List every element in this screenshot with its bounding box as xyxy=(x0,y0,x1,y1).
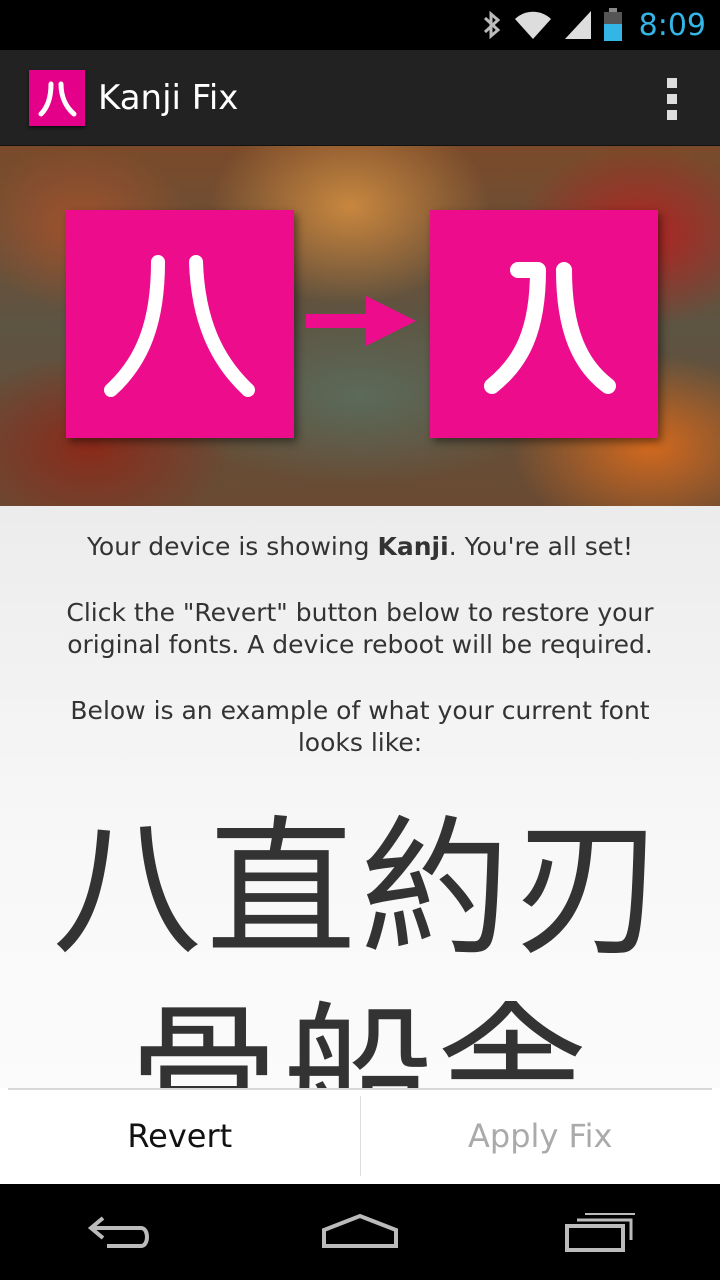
recent-apps-button[interactable] xyxy=(550,1202,650,1262)
revert-button[interactable]: Revert xyxy=(0,1088,360,1184)
home-button[interactable] xyxy=(310,1202,410,1262)
before-kanji-glyph xyxy=(104,255,255,397)
status-bold: Kanji xyxy=(377,532,449,561)
status-suffix: . You're all set! xyxy=(448,532,633,561)
after-kanji-card xyxy=(430,210,658,438)
overflow-menu-icon xyxy=(667,78,677,88)
font-sample-line-2: 骨船舎 xyxy=(128,989,591,1088)
navigation-bar xyxy=(0,1184,720,1280)
font-sample-line-1: 八直約刃 xyxy=(51,803,668,977)
after-kanji-glyph xyxy=(484,262,616,394)
status-prefix: Your device is showing xyxy=(86,532,378,561)
back-icon xyxy=(87,1216,149,1248)
app-logo-icon xyxy=(29,69,85,126)
overflow-dot xyxy=(667,110,677,120)
content-area: Your device is showing Kanji. You're all… xyxy=(0,506,720,1088)
hero-banner xyxy=(0,146,720,506)
status-message: Your device is showing Kanji. You're all… xyxy=(0,531,720,563)
before-kanji-card xyxy=(66,210,294,438)
button-bar: Revert Apply Fix xyxy=(0,1088,720,1184)
overflow-dot xyxy=(667,94,677,104)
example-intro-text: Below is an example of what your current… xyxy=(70,696,650,757)
font-sample: 八直約刃 骨船舎 xyxy=(0,797,720,1088)
arrow-icon xyxy=(306,294,418,354)
app-title: Kanji Fix xyxy=(98,77,239,118)
clock-time: 8:09 xyxy=(638,7,706,43)
revert-info-text: Click the "Revert" button below to resto… xyxy=(66,598,654,659)
overflow-menu-button[interactable] xyxy=(660,78,684,120)
back-button[interactable] xyxy=(70,1202,170,1262)
action-bar: Kanji Fix xyxy=(0,50,720,146)
status-bar: 8:09 xyxy=(0,0,720,50)
wifi-icon xyxy=(513,9,553,41)
recent-apps-icon xyxy=(565,1213,635,1252)
apply-fix-button[interactable]: Apply Fix xyxy=(361,1088,720,1184)
bluetooth-icon xyxy=(481,9,503,41)
home-icon xyxy=(322,1213,398,1248)
signal-icon xyxy=(563,9,593,41)
app-logo-glyph xyxy=(38,81,77,116)
battery-icon xyxy=(603,8,623,42)
